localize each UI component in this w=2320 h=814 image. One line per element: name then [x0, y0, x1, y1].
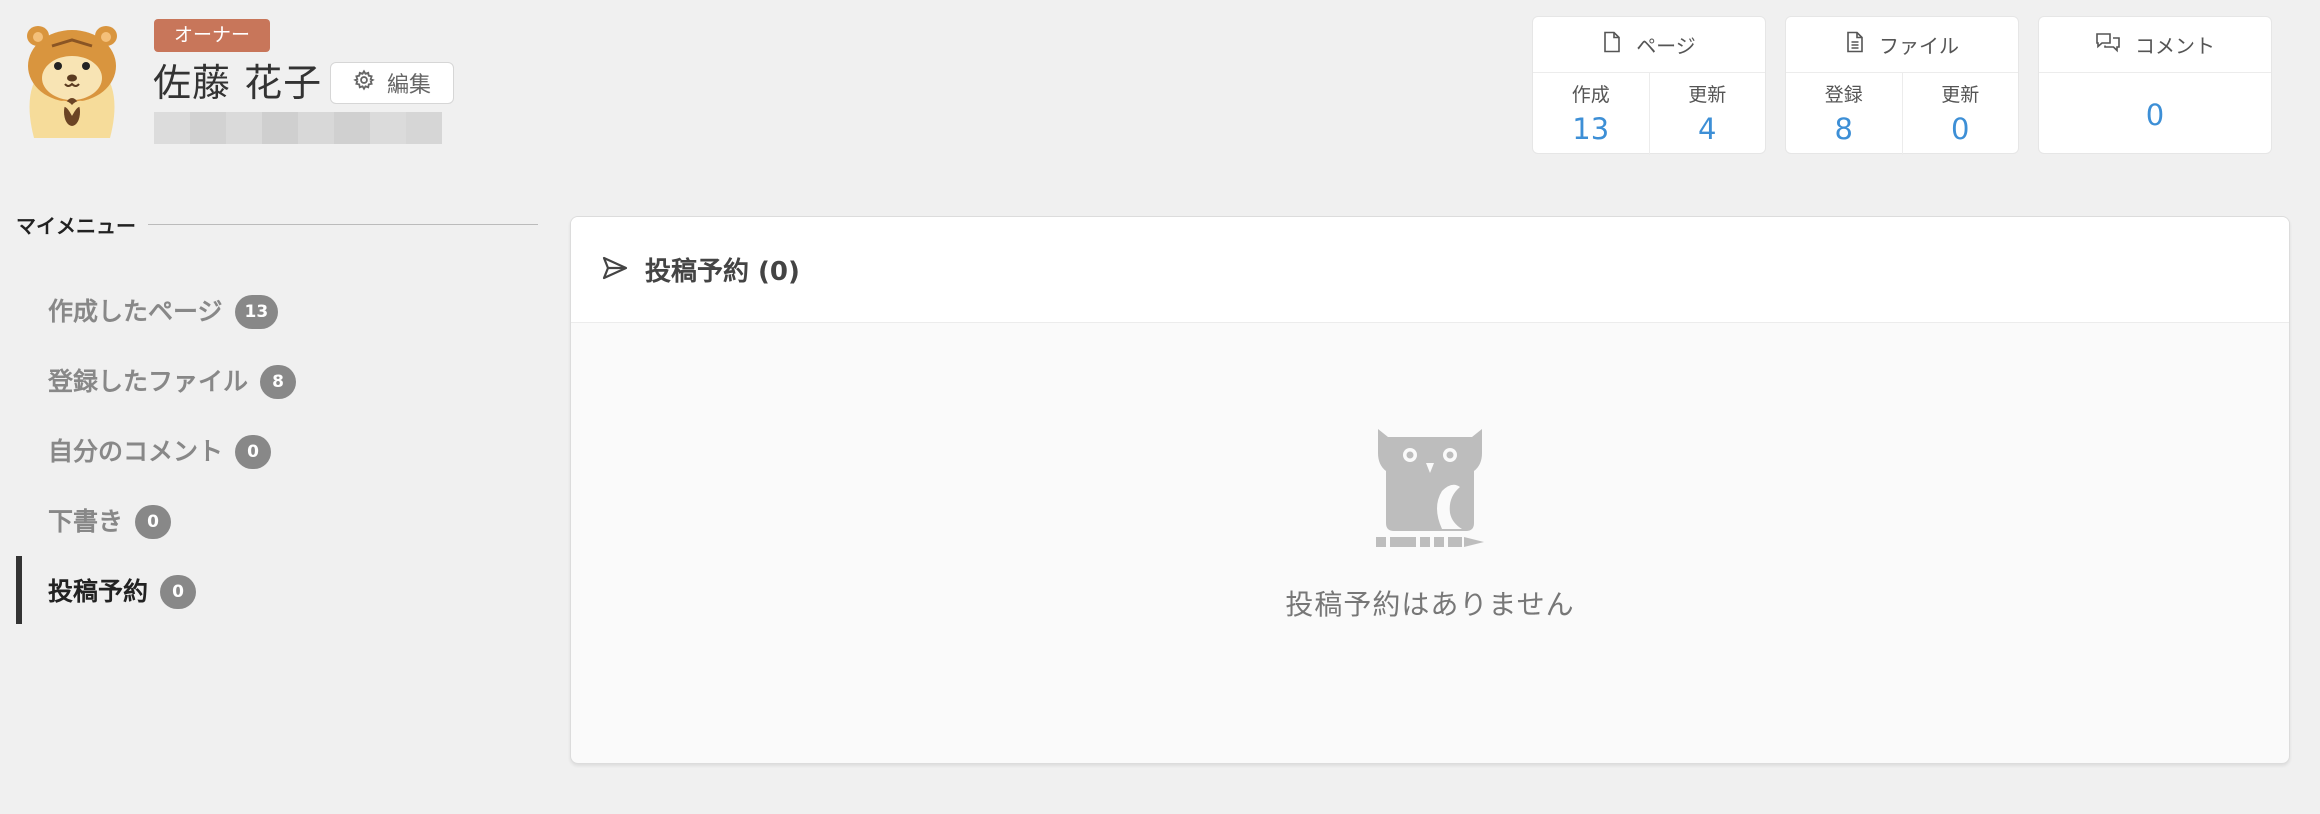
pages-updated-value: 4 — [1698, 112, 1717, 146]
comments-stat-card: コメント 0 — [2038, 16, 2272, 154]
sidebar-item-label: 自分のコメント — [48, 437, 224, 466]
count-badge: 0 — [235, 435, 272, 469]
sidebar-item-scheduled-posts[interactable]: 投稿予約 0 — [16, 556, 536, 624]
panel-title: 投稿予約 (0) — [645, 257, 800, 287]
pages-stat-card: ページ 作成 13 更新 4 — [1532, 16, 1766, 155]
file-icon — [1602, 31, 1622, 58]
pages-updated-label: 更新 — [1688, 84, 1727, 106]
pages-created-stat[interactable]: 作成 13 — [1533, 73, 1649, 155]
sidebar-item-registered-files[interactable]: 登録したファイル 8 — [16, 346, 536, 414]
gear-icon — [353, 69, 375, 97]
pages-card-header: ページ — [1533, 17, 1765, 73]
files-registered-value: 8 — [1834, 112, 1853, 146]
pages-created-label: 作成 — [1571, 84, 1610, 106]
empty-state: 投稿予約はありません — [571, 427, 2289, 623]
pages-updated-stat[interactable]: 更新 4 — [1648, 73, 1766, 155]
sidebar-item-label: 登録したファイル — [48, 367, 249, 396]
owl-icon — [1374, 427, 1486, 555]
count-badge: 8 — [260, 365, 297, 399]
comments-count-value: 0 — [2145, 98, 2165, 132]
sidebar-item-created-pages[interactable]: 作成したページ 13 — [16, 276, 536, 344]
role-badge: オーナー — [154, 19, 271, 52]
count-badge: 13 — [234, 295, 279, 329]
comments-card-title: コメント — [2135, 34, 2215, 58]
pages-created-value: 13 — [1572, 112, 1610, 146]
files-updated-value: 0 — [1951, 112, 1970, 146]
send-icon — [601, 254, 629, 286]
sidebar-item-label: 投稿予約 — [48, 577, 149, 606]
pages-card-title: ページ — [1636, 34, 1696, 58]
scheduled-posts-panel: 投稿予約 (0) 投稿予約はありません — [570, 216, 2290, 764]
comments-card-header: コメント — [2039, 17, 2271, 73]
files-card-title: ファイル — [1879, 34, 1959, 58]
files-updated-label: 更新 — [1941, 84, 1980, 106]
files-registered-label: 登録 — [1824, 84, 1863, 106]
edit-button-label: 編集 — [386, 73, 431, 98]
files-card-header: ファイル — [1786, 17, 2018, 73]
empty-state-message: 投稿予約はありません — [1285, 588, 1575, 621]
sidebar-item-drafts[interactable]: 下書き 0 — [16, 486, 536, 554]
avatar — [16, 20, 128, 138]
file-text-icon — [1845, 31, 1865, 58]
my-menu-heading-label: マイメニュー — [16, 214, 136, 238]
my-menu-heading: マイメニュー — [16, 210, 538, 239]
files-updated-stat[interactable]: 更新 0 — [1901, 73, 2019, 155]
edit-profile-button[interactable]: 編集 — [330, 62, 454, 104]
count-badge: 0 — [135, 505, 172, 539]
sidebar-item-label: 下書き — [48, 507, 124, 536]
count-badge: 0 — [160, 575, 197, 609]
comments-icon — [2095, 31, 2121, 58]
files-stat-card: ファイル 登録 8 更新 0 — [1785, 16, 2019, 155]
user-name: 佐藤 花子 — [153, 61, 323, 105]
sidebar-item-my-comments[interactable]: 自分のコメント 0 — [16, 416, 536, 484]
blurred-email — [154, 112, 442, 144]
panel-header: 投稿予約 (0) — [571, 217, 2289, 323]
sidebar-item-label: 作成したページ — [48, 297, 223, 326]
comments-count-stat[interactable]: 0 — [2039, 73, 2271, 155]
files-registered-stat[interactable]: 登録 8 — [1786, 73, 1902, 155]
